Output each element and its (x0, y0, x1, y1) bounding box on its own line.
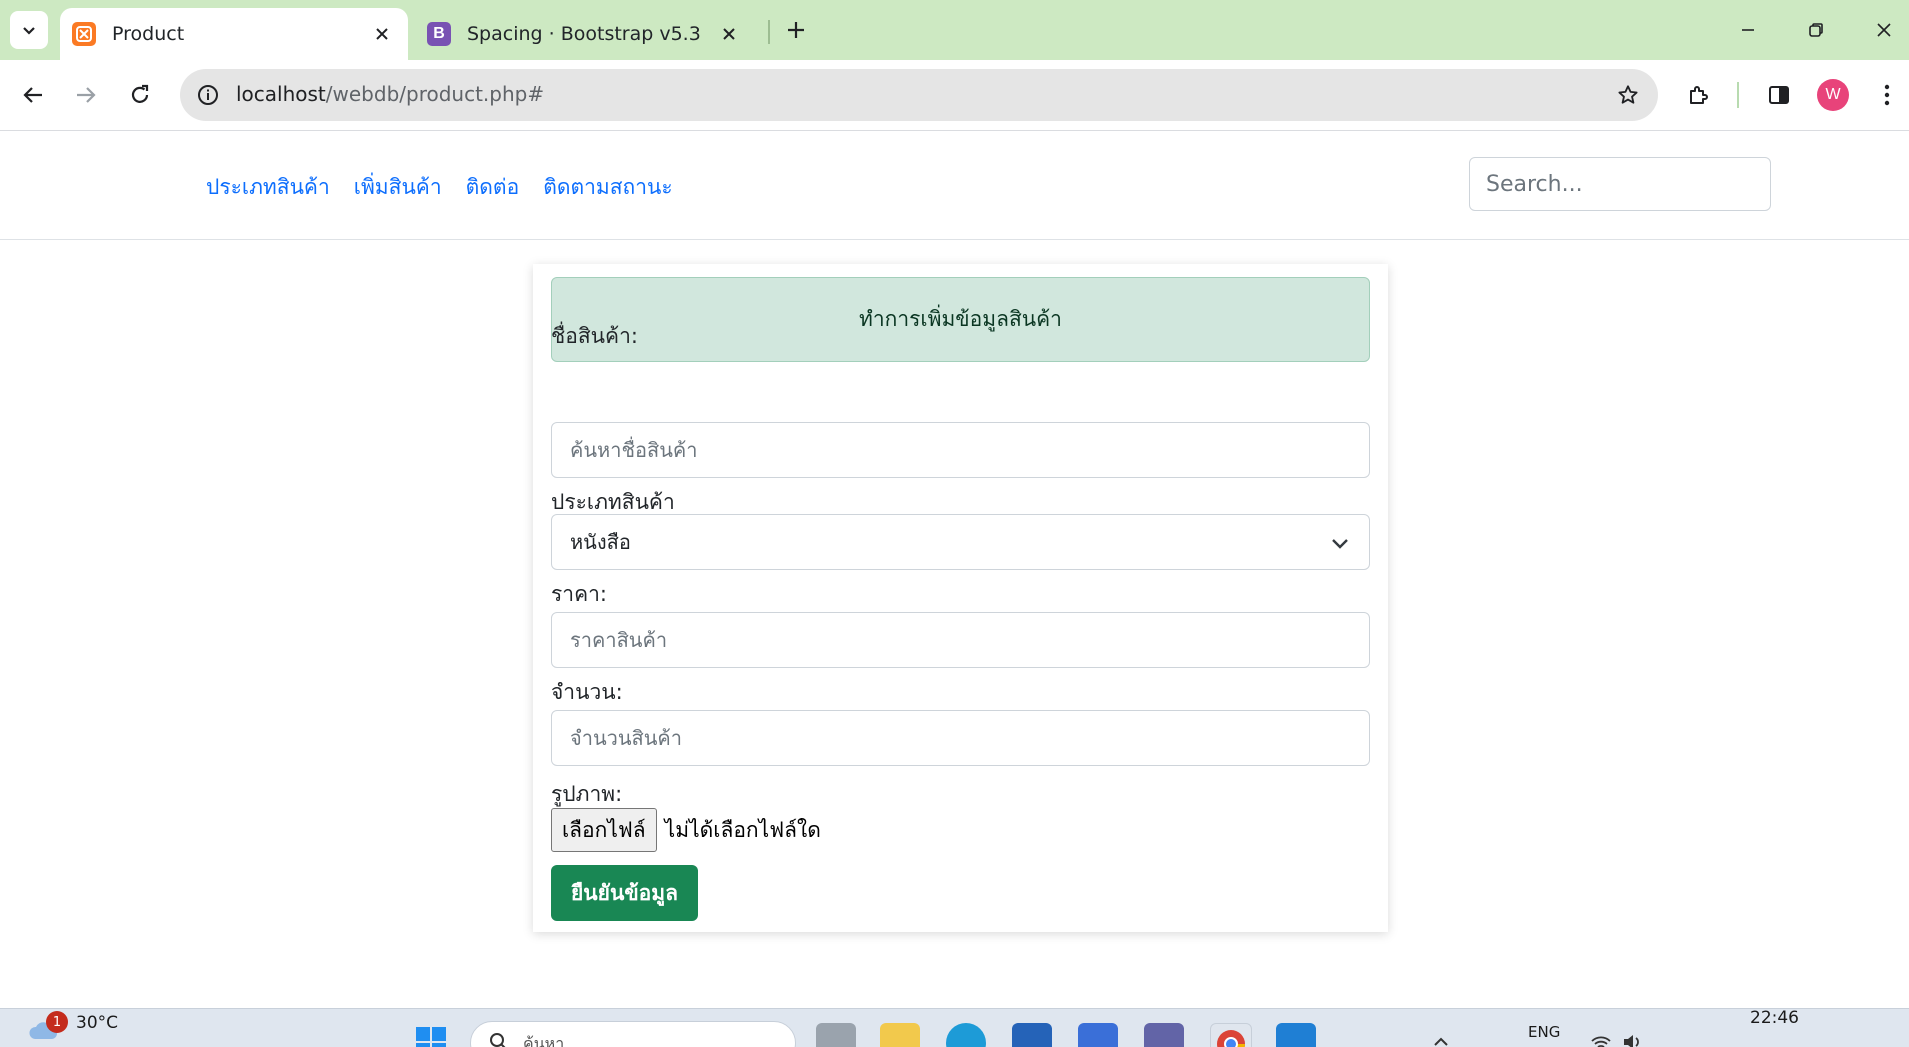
edge-icon[interactable] (946, 1023, 986, 1047)
choose-file-button[interactable]: เลือกไฟล์ (551, 808, 657, 852)
restore-button[interactable] (1796, 12, 1836, 48)
file-explorer-icon[interactable] (880, 1023, 920, 1047)
volume-icon[interactable] (1622, 1033, 1644, 1047)
arrow-right-icon (77, 87, 96, 103)
chrome-icon[interactable] (1210, 1023, 1252, 1047)
site-info-icon[interactable] (192, 79, 224, 111)
close-icon (723, 28, 735, 40)
language-indicator[interactable]: ENG (1528, 1023, 1560, 1041)
taskbar-search[interactable]: ค้นหา (470, 1021, 796, 1047)
nav-links: ประเภทสินค้า เพิ่มสินค้า ติดต่อ ติดตามสถ… (206, 171, 673, 204)
price-label: ราคา: (551, 582, 607, 606)
vscode-icon[interactable] (1276, 1023, 1316, 1047)
search-icon (490, 1033, 506, 1047)
xampp-icon (72, 22, 96, 46)
restore-icon (1809, 23, 1823, 37)
site-navbar: ประเภทสินค้า เพิ่มสินค้า ติดต่อ ติดตามสถ… (0, 131, 1909, 240)
tab-strip: Product B Spacing · Bootstrap v5.3 (0, 0, 1909, 60)
back-button[interactable] (11, 73, 55, 117)
notification-badge: 1 (46, 1011, 68, 1033)
chevron-up-icon[interactable] (1432, 1033, 1450, 1047)
product-name-label: ชื่อสินค้า: (551, 324, 638, 348)
more-menu-icon[interactable] (1867, 75, 1907, 115)
task-view-icon[interactable] (816, 1023, 856, 1047)
chevron-down-icon (23, 27, 35, 35)
product-type-select[interactable]: หนังสือ (551, 514, 1370, 570)
windows-start-icon[interactable] (414, 1025, 448, 1047)
new-tab-button[interactable] (778, 12, 814, 48)
nav-link-track-status[interactable]: ติดตามสถานะ (543, 171, 673, 204)
product-type-selected: หนังสือ (570, 530, 631, 554)
app-icon[interactable] (1078, 1023, 1118, 1047)
tab-search-button[interactable] (10, 11, 48, 49)
browser-toolbar: localhost/webdb/product.php# W (0, 60, 1909, 131)
url-path: /webdb/product.php# (325, 82, 545, 106)
weather-widget[interactable]: 1 30°C (28, 1011, 119, 1039)
taskbar-search-text: ค้นหา (523, 1034, 565, 1047)
minimize-button[interactable] (1728, 12, 1768, 48)
quantity-label: จำนวน: (551, 680, 623, 704)
nav-link-contact[interactable]: ติดต่อ (466, 171, 520, 204)
taskbar-clock[interactable]: 22:46 (1750, 1009, 1799, 1028)
add-product-card: ทำการเพิ่มข้อมูลสินค้า ชื่อสินค้า: ประเภ… (533, 264, 1388, 932)
teams-icon[interactable] (1144, 1023, 1184, 1047)
price-input[interactable] (551, 612, 1370, 668)
close-icon (376, 28, 388, 40)
file-input: เลือกไฟล์ ไม่ได้เลือกไฟล์ใด (551, 808, 821, 852)
bootstrap-icon: B (427, 22, 451, 46)
image-label: รูปภาพ: (551, 782, 623, 806)
tab-separator (768, 20, 770, 44)
search-input[interactable] (1469, 157, 1771, 211)
product-name-input[interactable] (551, 422, 1370, 478)
reload-button[interactable] (118, 73, 162, 117)
wifi-icon[interactable] (1590, 1033, 1612, 1047)
reload-icon (131, 84, 149, 103)
windows-taskbar: 1 30°C ค้นหา ENG 22:46 (0, 1008, 1909, 1047)
nav-link-product-types[interactable]: ประเภทสินค้า (206, 171, 330, 204)
arrow-left-icon (23, 87, 42, 103)
close-tab-button[interactable] (715, 20, 743, 48)
extensions-icon[interactable] (1679, 75, 1719, 115)
side-panel-icon[interactable] (1759, 75, 1799, 115)
tab-product[interactable]: Product (60, 8, 408, 60)
chevron-down-icon (1332, 539, 1348, 549)
quantity-input[interactable] (551, 710, 1370, 766)
success-alert: ทำการเพิ่มข้อมูลสินค้า (551, 277, 1370, 362)
url-text[interactable]: localhost/webdb/product.php# (236, 82, 544, 106)
address-bar[interactable]: localhost/webdb/product.php# (180, 69, 1658, 121)
nav-link-add-product[interactable]: เพิ่มสินค้า (354, 171, 442, 204)
forward-button[interactable] (64, 73, 108, 117)
bookmark-star-icon[interactable] (1612, 79, 1644, 111)
file-status: ไม่ได้เลือกไฟล์ใด (664, 817, 821, 842)
close-window-button[interactable] (1864, 12, 1904, 48)
minimize-icon (1742, 29, 1754, 31)
close-tab-button[interactable] (368, 20, 396, 48)
tab-title: Product (112, 23, 185, 45)
tab-bootstrap-spacing[interactable]: B Spacing · Bootstrap v5.3 (415, 8, 755, 60)
plus-icon (788, 22, 804, 38)
close-icon (1877, 23, 1891, 37)
store-icon[interactable] (1012, 1023, 1052, 1047)
url-host: localhost (236, 82, 326, 106)
temperature: 30°C (76, 1013, 119, 1033)
submit-button[interactable]: ยืนยันข้อมูล (551, 865, 698, 921)
profile-avatar[interactable]: W (1817, 79, 1849, 111)
toolbar-divider (1737, 82, 1739, 108)
tab-title: Spacing · Bootstrap v5.3 (467, 23, 701, 45)
